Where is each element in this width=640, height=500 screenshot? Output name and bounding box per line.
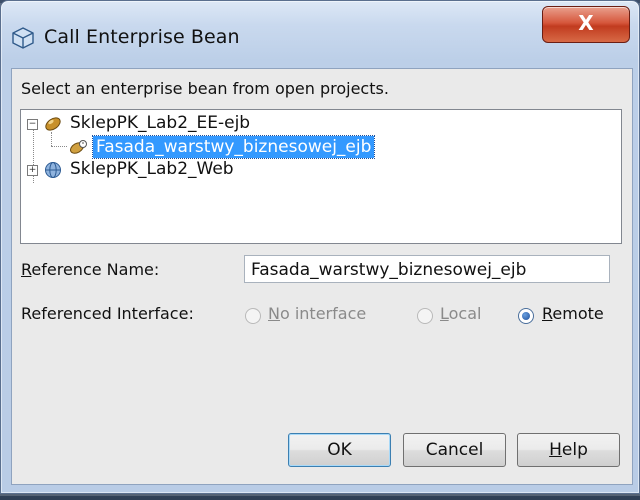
session-bean-icon <box>70 140 87 154</box>
bean-tree[interactable]: − SklepPK_Lab2_EE-ejb Fasada_warstwy_biz… <box>20 109 622 244</box>
tree-node-label: SklepPK_Lab2_Web <box>70 159 234 179</box>
radio-button[interactable] <box>245 308 261 324</box>
netbeans-cube-icon <box>12 27 34 49</box>
radio-button[interactable] <box>417 308 433 324</box>
expand-icon[interactable]: + <box>27 165 38 176</box>
instruction-text: Select an enterprise bean from open proj… <box>21 79 389 98</box>
tree-node-label: Fasada_warstwy_biznesowej_ejb <box>91 135 376 159</box>
referenced-interface-label: Referenced Interface: <box>21 304 194 323</box>
collapse-icon[interactable]: − <box>27 119 38 130</box>
web-module-icon <box>45 162 61 178</box>
close-icon: X <box>578 11 594 35</box>
ejb-module-icon <box>45 117 61 131</box>
tree-connector <box>51 132 52 146</box>
radio-label: Local <box>440 304 482 323</box>
ok-button[interactable]: OK <box>288 433 391 467</box>
tree-node-label: SklepPK_Lab2_EE-ejb <box>70 113 251 133</box>
reference-name-label: Reference Name: <box>21 260 160 279</box>
radio-label: No interface <box>268 304 367 323</box>
tree-connector <box>51 146 67 147</box>
close-button[interactable]: X <box>542 6 630 43</box>
radio-button[interactable] <box>518 308 534 324</box>
help-button[interactable]: Help <box>517 433 620 467</box>
call-enterprise-bean-dialog: Call Enterprise Bean X Select an enterpr… <box>0 0 640 494</box>
title-bar[interactable]: Call Enterprise Bean X <box>1 1 639 59</box>
dialog-content: Select an enterprise bean from open proj… <box>11 68 633 485</box>
dialog-title: Call Enterprise Bean <box>44 26 240 48</box>
radio-label: Remote <box>542 304 604 323</box>
cancel-button[interactable]: Cancel <box>403 433 506 467</box>
reference-name-field[interactable]: Fasada_warstwy_biznesowej_ejb <box>244 255 610 283</box>
